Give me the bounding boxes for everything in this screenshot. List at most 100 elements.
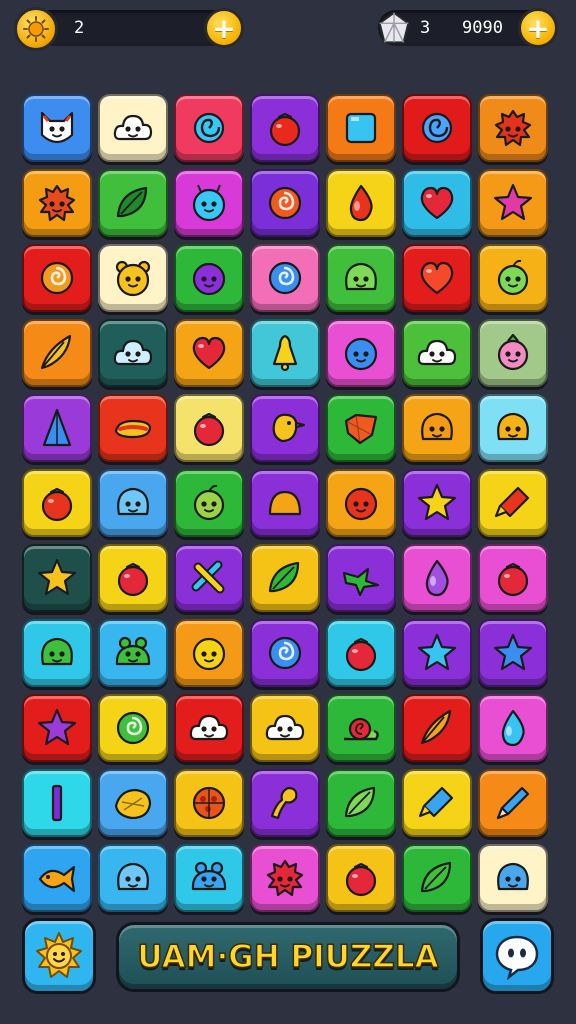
- tile-r6-c1[interactable]: [22, 469, 92, 537]
- tile-r3-c2[interactable]: [98, 244, 168, 312]
- ball-face-icon: [344, 337, 378, 371]
- tile-r3-c4[interactable]: [250, 244, 320, 312]
- tile-r10-c5[interactable]: [326, 769, 396, 837]
- tile-r11-c3[interactable]: [174, 844, 244, 912]
- tile-r11-c6[interactable]: [402, 844, 472, 912]
- tile-r7-c7[interactable]: [478, 544, 548, 612]
- chat-button[interactable]: [480, 918, 554, 994]
- tile-r4-c2[interactable]: [98, 319, 168, 387]
- tile-r1-c7[interactable]: [478, 94, 548, 162]
- swirl-icon: [421, 112, 453, 144]
- tile-r9-c3[interactable]: [174, 694, 244, 762]
- apple-face-icon: [497, 259, 529, 296]
- tile-r11-c5[interactable]: [326, 844, 396, 912]
- tile-r8-c2[interactable]: [98, 619, 168, 687]
- tile-r2-c3[interactable]: [174, 169, 244, 237]
- tile-r6-c2[interactable]: [98, 469, 168, 537]
- tile-r5-c6[interactable]: [402, 394, 472, 462]
- tile-r9-c1[interactable]: [22, 694, 92, 762]
- tile-r5-c2[interactable]: [98, 394, 168, 462]
- tomato-icon: [497, 562, 529, 597]
- cloud-face-icon: [189, 714, 229, 741]
- apple-face-icon: [193, 484, 225, 521]
- tile-r3-c6[interactable]: [402, 244, 472, 312]
- tile-r4-c3[interactable]: [174, 319, 244, 387]
- tile-r3-c3[interactable]: [174, 244, 244, 312]
- tile-r3-c7[interactable]: [478, 244, 548, 312]
- tile-r9-c7[interactable]: [478, 694, 548, 762]
- tile-r6-c4[interactable]: [250, 469, 320, 537]
- tile-r7-c1[interactable]: [22, 544, 92, 612]
- tile-r5-c5[interactable]: [326, 394, 396, 462]
- add-coins-button[interactable]: +: [204, 8, 244, 48]
- tile-r5-c1[interactable]: [22, 394, 92, 462]
- tile-r1-c3[interactable]: [174, 94, 244, 162]
- tile-r10-c2[interactable]: [98, 769, 168, 837]
- tile-r6-c3[interactable]: [174, 469, 244, 537]
- add-gems-button[interactable]: +: [518, 8, 558, 48]
- tile-r1-c4[interactable]: [250, 94, 320, 162]
- tile-r3-c1[interactable]: [22, 244, 92, 312]
- tile-r2-c6[interactable]: [402, 169, 472, 237]
- tile-r6-c7[interactable]: [478, 469, 548, 537]
- spiral-icon: [268, 261, 302, 295]
- tile-r6-c6[interactable]: [402, 469, 472, 537]
- blob-face-icon: [41, 637, 73, 666]
- rocket-icon: [418, 786, 454, 818]
- cloud-face-icon: [417, 339, 457, 366]
- tile-r7-c3[interactable]: [174, 544, 244, 612]
- tile-r9-c6[interactable]: [402, 694, 472, 762]
- tile-r1-c2[interactable]: [98, 94, 168, 162]
- tile-r10-c7[interactable]: [478, 769, 548, 837]
- tile-r4-c5[interactable]: [326, 319, 396, 387]
- tile-r7-c4[interactable]: [250, 544, 320, 612]
- tile-r5-c3[interactable]: [174, 394, 244, 462]
- tile-r4-c6[interactable]: [402, 319, 472, 387]
- tile-r8-c5[interactable]: [326, 619, 396, 687]
- tile-r2-c7[interactable]: [478, 169, 548, 237]
- tile-r11-c2[interactable]: [98, 844, 168, 912]
- leaf-icon: [116, 186, 148, 218]
- sun-face-button[interactable]: [22, 918, 96, 994]
- tile-r2-c2[interactable]: [98, 169, 168, 237]
- star-icon: [417, 483, 457, 521]
- tile-r8-c4[interactable]: [250, 619, 320, 687]
- tile-r11-c4[interactable]: [250, 844, 320, 912]
- tile-r1-c6[interactable]: [402, 94, 472, 162]
- tile-r4-c4[interactable]: [250, 319, 320, 387]
- tile-r5-c4[interactable]: [250, 394, 320, 462]
- tile-r9-c2[interactable]: [98, 694, 168, 762]
- tile-r1-c5[interactable]: [326, 94, 396, 162]
- tile-r4-c7[interactable]: [478, 319, 548, 387]
- tile-r10-c1[interactable]: [22, 769, 92, 837]
- tile-r6-c5[interactable]: [326, 469, 396, 537]
- tile-r1-c1[interactable]: [22, 94, 92, 162]
- tile-r10-c3[interactable]: [174, 769, 244, 837]
- tile-r4-c1[interactable]: [22, 319, 92, 387]
- spiky-ball-icon: [38, 184, 76, 222]
- tile-r5-c7[interactable]: [478, 394, 548, 462]
- game-title: UAM·GH PIUZZLA: [137, 938, 440, 976]
- pencil-icon: [496, 786, 530, 820]
- chat-bubble-icon: [495, 935, 539, 981]
- tile-r8-c1[interactable]: [22, 619, 92, 687]
- tile-r2-c1[interactable]: [22, 169, 92, 237]
- tile-r11-c1[interactable]: [22, 844, 92, 912]
- tile-r8-c7[interactable]: [478, 619, 548, 687]
- tile-r7-c2[interactable]: [98, 544, 168, 612]
- tile-r3-c5[interactable]: [326, 244, 396, 312]
- tile-r7-c5[interactable]: [326, 544, 396, 612]
- spiky-ball-icon: [266, 859, 304, 897]
- tile-r7-c6[interactable]: [402, 544, 472, 612]
- tile-r10-c4[interactable]: [250, 769, 320, 837]
- tile-r8-c6[interactable]: [402, 619, 472, 687]
- lemon-icon: [114, 788, 152, 820]
- tile-r11-c7[interactable]: [478, 844, 548, 912]
- tile-r9-c5[interactable]: [326, 694, 396, 762]
- tile-r8-c3[interactable]: [174, 619, 244, 687]
- tile-r10-c6[interactable]: [402, 769, 472, 837]
- tile-r9-c4[interactable]: [250, 694, 320, 762]
- horn-icon: [270, 786, 298, 820]
- tile-r2-c4[interactable]: [250, 169, 320, 237]
- tile-r2-c5[interactable]: [326, 169, 396, 237]
